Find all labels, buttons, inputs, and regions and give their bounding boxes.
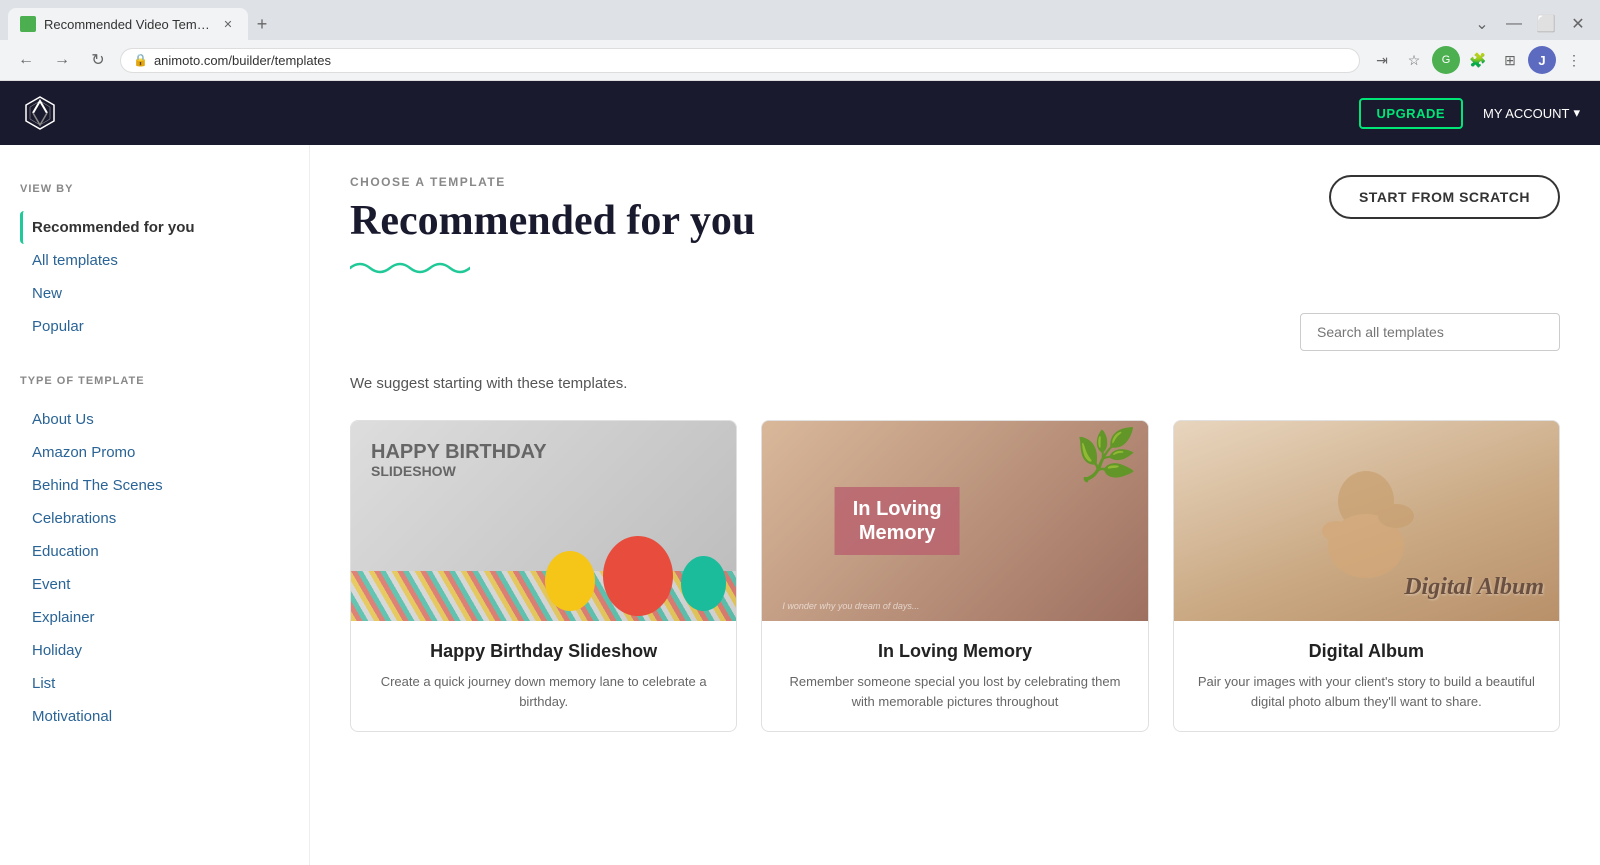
- sidebar-item-label: Explainer: [32, 609, 95, 626]
- templates-grid: HAPPY BIRTHDAY SLIDESHOW Happy Birthday …: [350, 420, 1560, 732]
- sidebar-item-label: All templates: [32, 252, 118, 269]
- template-card-album[interactable]: Digital Album Digital Album Pair your im…: [1173, 420, 1560, 732]
- card-body-memory: In Loving Memory Remember someone specia…: [762, 621, 1147, 731]
- app-logo[interactable]: [20, 93, 60, 133]
- birthday-overlay-text: HAPPY BIRTHDAY SLIDESHOW: [371, 441, 547, 479]
- view-by-label: VIEW BY: [20, 183, 289, 195]
- search-input[interactable]: [1300, 313, 1560, 351]
- card-desc-birthday: Create a quick journey down memory lane …: [371, 672, 716, 711]
- lock-icon: 🔒: [133, 53, 148, 67]
- sidebar-item-label: New: [32, 285, 62, 302]
- sidebar-toggle-icon[interactable]: ⊞: [1496, 46, 1524, 74]
- tab-bar: Recommended Video Templates ✕ + ⌄ — ⬜ ✕: [0, 0, 1600, 40]
- url-bar[interactable]: 🔒 animoto.com/builder/templates: [120, 48, 1360, 73]
- window-controls: ⌄ — ⬜ ✕: [1468, 10, 1592, 38]
- tab-favicon: [20, 16, 36, 32]
- sidebar-item-label: Recommended for you: [32, 219, 195, 236]
- sidebar-item-holiday[interactable]: Holiday: [20, 634, 289, 667]
- extensions-icon[interactable]: 🧩: [1464, 46, 1492, 74]
- close-window-button[interactable]: ✕: [1564, 10, 1592, 38]
- card-body-album: Digital Album Pair your images with your…: [1174, 621, 1559, 731]
- active-tab[interactable]: Recommended Video Templates ✕: [8, 8, 248, 40]
- my-account-label: MY ACCOUNT: [1483, 106, 1569, 121]
- type-label: TYPE OF TEMPLATE: [20, 375, 289, 387]
- sidebar-item-label: Behind The Scenes: [32, 477, 163, 494]
- card-desc-album: Pair your images with your client's stor…: [1194, 672, 1539, 711]
- card-title-birthday: Happy Birthday Slideshow: [371, 641, 716, 662]
- address-actions: ⇥ ☆ G 🧩 ⊞ J ⋮: [1368, 46, 1588, 74]
- sidebar-item-label: Amazon Promo: [32, 444, 135, 461]
- extension-icon[interactable]: G: [1432, 46, 1460, 74]
- sidebar-item-label: Holiday: [32, 642, 82, 659]
- bookmark-icon[interactable]: ☆: [1400, 46, 1428, 74]
- template-card-memory[interactable]: In LovingMemory 🌿 I wonder why you dream…: [761, 420, 1148, 732]
- sidebar-item-label: Popular: [32, 318, 84, 335]
- dropdown-icon[interactable]: ⌄: [1468, 10, 1496, 38]
- sidebar-item-label: Education: [32, 543, 99, 560]
- sidebar-item-motivational[interactable]: Motivational: [20, 700, 289, 733]
- balloon-group: [545, 536, 726, 611]
- sidebar: VIEW BY Recommended for you All template…: [0, 145, 310, 865]
- sidebar-item-about-us[interactable]: About Us: [20, 403, 289, 436]
- handwriting-text: I wonder why you dream of days...: [782, 601, 919, 611]
- chevron-down-icon: ▾: [1573, 105, 1580, 121]
- sidebar-item-all[interactable]: All templates: [20, 244, 289, 277]
- card-image-album: Digital Album: [1174, 421, 1559, 621]
- refresh-button[interactable]: ↻: [84, 46, 112, 74]
- page-title: Recommended for you: [350, 197, 755, 245]
- card-image-birthday: HAPPY BIRTHDAY SLIDESHOW: [351, 421, 736, 621]
- sidebar-item-label: About Us: [32, 411, 94, 428]
- sidebar-item-explainer[interactable]: Explainer: [20, 601, 289, 634]
- address-bar: ← → ↻ 🔒 animoto.com/builder/templates ⇥ …: [0, 40, 1600, 80]
- card-title-album: Digital Album: [1194, 641, 1539, 662]
- close-tab-icon[interactable]: ✕: [220, 16, 236, 32]
- album-title-text: Digital Album: [1404, 574, 1544, 601]
- card-body-birthday: Happy Birthday Slideshow Create a quick …: [351, 621, 736, 731]
- card-image-memory: In LovingMemory 🌿 I wonder why you dream…: [762, 421, 1147, 621]
- cast-icon[interactable]: ⇥: [1368, 46, 1396, 74]
- sidebar-item-celebrations[interactable]: Celebrations: [20, 502, 289, 535]
- upgrade-button[interactable]: UPGRADE: [1359, 98, 1464, 129]
- flowers-decoration: 🌿: [1075, 426, 1137, 485]
- wave-decoration: [350, 257, 755, 285]
- template-card-birthday[interactable]: HAPPY BIRTHDAY SLIDESHOW Happy Birthday …: [350, 420, 737, 732]
- sidebar-item-behind-scenes[interactable]: Behind The Scenes: [20, 469, 289, 502]
- main-layout: VIEW BY Recommended for you All template…: [0, 145, 1600, 865]
- start-from-scratch-button[interactable]: START FROM SCRATCH: [1329, 175, 1560, 219]
- content-header-row: CHOOSE A TEMPLATE Recommended for you ST…: [350, 175, 1560, 305]
- minimize-button[interactable]: —: [1500, 10, 1528, 38]
- browser-chrome: Recommended Video Templates ✕ + ⌄ — ⬜ ✕ …: [0, 0, 1600, 81]
- profile-avatar[interactable]: J: [1528, 46, 1556, 74]
- search-row: [350, 313, 1560, 351]
- app-header: UPGRADE MY ACCOUNT ▾: [0, 81, 1600, 145]
- content-area: CHOOSE A TEMPLATE Recommended for you ST…: [310, 145, 1600, 865]
- sidebar-item-label: Event: [32, 576, 70, 593]
- sidebar-item-recommended[interactable]: Recommended for you: [20, 211, 289, 244]
- sidebar-item-amazon-promo[interactable]: Amazon Promo: [20, 436, 289, 469]
- sidebar-item-new[interactable]: New: [20, 277, 289, 310]
- sidebar-item-list[interactable]: List: [20, 667, 289, 700]
- back-button[interactable]: ←: [12, 46, 40, 74]
- forward-button[interactable]: →: [48, 46, 76, 74]
- memory-label: In LovingMemory: [835, 487, 960, 555]
- new-tab-button[interactable]: +: [248, 10, 276, 38]
- suggest-text: We suggest starting with these templates…: [350, 375, 1560, 392]
- my-account-menu[interactable]: MY ACCOUNT ▾: [1483, 105, 1580, 121]
- sidebar-item-label: List: [32, 675, 55, 692]
- card-title-memory: In Loving Memory: [782, 641, 1127, 662]
- sidebar-item-event[interactable]: Event: [20, 568, 289, 601]
- tab-title: Recommended Video Templates: [44, 17, 212, 32]
- menu-icon[interactable]: ⋮: [1560, 46, 1588, 74]
- choose-label: CHOOSE A TEMPLATE: [350, 175, 755, 189]
- card-desc-memory: Remember someone special you lost by cel…: [782, 672, 1127, 711]
- sidebar-item-label: Motivational: [32, 708, 112, 725]
- sidebar-item-education[interactable]: Education: [20, 535, 289, 568]
- url-text: animoto.com/builder/templates: [154, 53, 331, 68]
- maximize-button[interactable]: ⬜: [1532, 10, 1560, 38]
- sidebar-item-popular[interactable]: Popular: [20, 310, 289, 343]
- sidebar-item-label: Celebrations: [32, 510, 116, 527]
